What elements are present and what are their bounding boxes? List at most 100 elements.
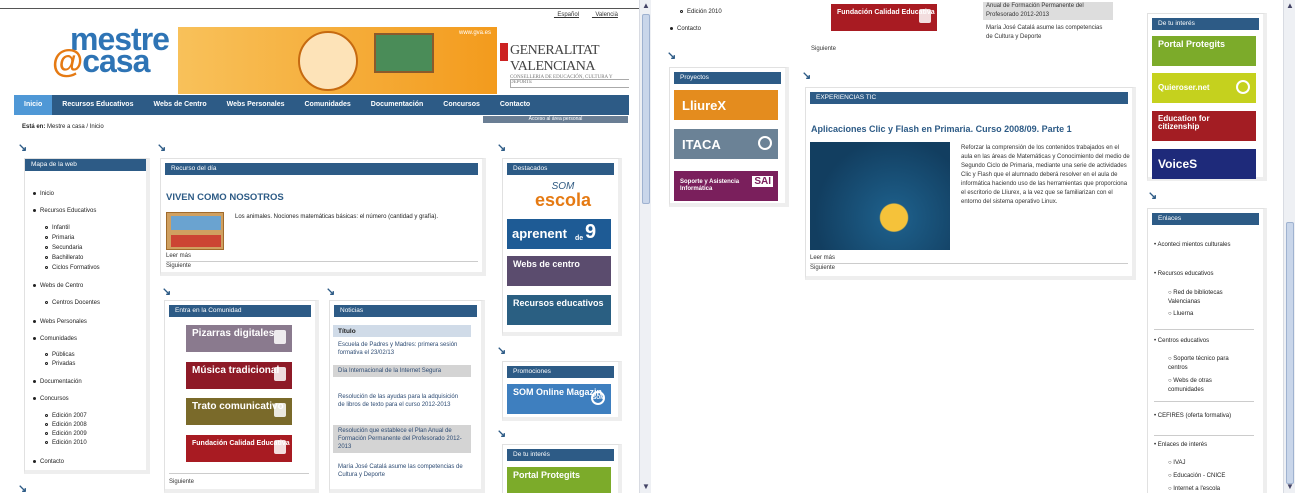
- experience-more-link[interactable]: Leer más: [810, 255, 835, 261]
- link-subitem[interactable]: ○ Internet a l'escola: [1168, 485, 1220, 493]
- scroll-up-icon[interactable]: ▲: [1284, 0, 1295, 12]
- protegits-tile[interactable]: Portal Protegits: [507, 467, 611, 493]
- link-subitem[interactable]: ○ IVAJ: [1168, 459, 1186, 468]
- nav-documentacion[interactable]: Documentación: [361, 95, 434, 115]
- link-subitem[interactable]: ○ Lluerna: [1168, 310, 1193, 319]
- sitemap-subitem[interactable]: Ciclos Formativos: [45, 265, 100, 271]
- link-subitem[interactable]: ○ Webs de otras comunidades: [1168, 377, 1248, 395]
- nav-concursos[interactable]: Concursos: [433, 95, 490, 115]
- sitemap-subitem[interactable]: Primaria: [45, 235, 74, 241]
- sitemap-item[interactable]: Contacto: [33, 459, 64, 465]
- scroll-thumb[interactable]: [1286, 222, 1294, 484]
- experience-image[interactable]: [810, 142, 950, 250]
- somescola-logo[interactable]: SOM escola: [515, 181, 611, 215]
- sitemap-subitem[interactable]: Secundaria: [45, 245, 82, 251]
- link-subitem[interactable]: ○ Red de bibliotecas Valencianas: [1168, 289, 1248, 307]
- sitemap-item[interactable]: Webs Personales: [33, 319, 87, 325]
- interest-panel: De tu interés Portal Protegits Quieroser…: [1147, 13, 1267, 181]
- sitemap-subitem[interactable]: Públicas: [45, 352, 75, 358]
- interest-panel-left: De tu interés Portal Protegits: [502, 444, 622, 493]
- sitemap-subitem[interactable]: Infantil: [45, 225, 70, 231]
- protegits-tile[interactable]: Portal Protegits: [1152, 36, 1256, 66]
- nav-webs-centro[interactable]: Webs de Centro: [143, 95, 216, 115]
- nav-comunidades[interactable]: Comunidades: [294, 95, 360, 115]
- lliurex-tile[interactable]: LliureX: [674, 90, 778, 120]
- nav-recursos[interactable]: Recursos Educativos: [52, 95, 143, 115]
- tile-musica[interactable]: Música tradicional: [186, 362, 292, 389]
- link-item[interactable]: • Aconteci mientos culturales: [1154, 241, 1254, 250]
- tile-fundacion[interactable]: Fundación Calidad Educativa: [831, 4, 937, 31]
- sitemap-item[interactable]: Webs de Centro: [33, 283, 83, 289]
- breadcrumb-path[interactable]: Mestre a casa / Inicio: [47, 124, 104, 130]
- sitemap-subitem[interactable]: Centros Docentes: [45, 300, 100, 306]
- sitemap-item[interactable]: Concursos: [33, 396, 69, 402]
- scroll-down-icon[interactable]: ▼: [640, 481, 652, 493]
- voices-tile[interactable]: VoiceS: [1152, 149, 1256, 179]
- section-arrow-icon: ↘: [497, 345, 507, 357]
- lang-va-link[interactable]: _Valencià: [592, 12, 618, 18]
- news-item[interactable]: María José Catalá asume las competencias…: [333, 461, 471, 481]
- news-item[interactable]: Resolución que establece el Plan Anual d…: [333, 425, 471, 453]
- sitemap-subitem[interactable]: Privadas: [45, 361, 75, 367]
- section-arrow-icon: ↘: [802, 70, 812, 82]
- news-item[interactable]: Escuela de Padres y Madres: primera sesi…: [333, 339, 471, 359]
- mestreacasa-logo[interactable]: mestre @casa: [52, 23, 170, 77]
- quieroser-tile[interactable]: Quieroser.net: [1152, 73, 1256, 103]
- experience-next-link[interactable]: Siguiente: [810, 265, 835, 271]
- itaca-tile[interactable]: ITACA: [674, 129, 778, 159]
- experience-description: Reforzar la comprensión de los contenido…: [961, 145, 1130, 205]
- resource-next-link[interactable]: Siguiente: [166, 263, 191, 269]
- sitemap-subitem[interactable]: Edición 2008: [45, 422, 87, 428]
- sitemap-item[interactable]: Inicio: [33, 191, 54, 197]
- breadcrumb-label: Está en:: [22, 124, 46, 130]
- nav-contacto[interactable]: Contacto: [490, 95, 540, 115]
- webs-centro-tile[interactable]: Webs de centro: [507, 256, 611, 286]
- resource-headline[interactable]: VIVEN COMO NOSOTROS: [166, 192, 284, 203]
- community-next-link[interactable]: Siguiente: [811, 46, 836, 52]
- sitemap-item[interactable]: Documentación: [33, 379, 82, 385]
- nav-webs-personales[interactable]: Webs Personales: [217, 95, 295, 115]
- resource-more-link[interactable]: Leer más: [166, 253, 191, 259]
- sitemap-item[interactable]: Contacto: [670, 26, 701, 32]
- tile-fundacion[interactable]: Fundación Calidad Educativa: [186, 435, 292, 462]
- news-item[interactable]: Resolución de las ayudas para la adquisi…: [333, 391, 471, 411]
- sitemap-item[interactable]: Recursos Educativos: [33, 208, 96, 214]
- aprenent-tile[interactable]: aprenent de 9: [507, 219, 611, 249]
- link-item[interactable]: • Recursos educativos: [1154, 270, 1213, 279]
- area-personal-link[interactable]: Acceso al área personal: [483, 116, 628, 123]
- news-item[interactable]: Anual de Formación Permanente del Profes…: [983, 2, 1113, 20]
- sitemap-subitem[interactable]: Edición 2010: [45, 440, 87, 446]
- link-item[interactable]: • Centros educativos: [1154, 337, 1209, 346]
- sitemap-subitem[interactable]: Edición 2007: [45, 413, 87, 419]
- scroll-down-icon[interactable]: ▼: [1284, 481, 1295, 493]
- tile-pizarras[interactable]: Pizarras digitales: [186, 325, 292, 352]
- banner-child-illustration: [298, 31, 358, 91]
- link-subitem[interactable]: ○ Soporte técnico para centros: [1168, 355, 1248, 373]
- lang-es-link[interactable]: _Español: [554, 12, 579, 18]
- resource-title: Recurso del día: [165, 163, 478, 175]
- news-item[interactable]: Día Internacional de la Internet Segura: [333, 365, 471, 377]
- experience-headline[interactable]: Aplicaciones Clic y Flash en Primaria. C…: [811, 124, 1072, 134]
- sitemap-subitem[interactable]: Bachillerato: [45, 255, 83, 261]
- search-input[interactable]: Q: [510, 79, 629, 88]
- scroll-thumb[interactable]: [642, 14, 650, 204]
- nav-inicio[interactable]: Inicio: [14, 95, 53, 115]
- recursos-tile[interactable]: Recursos educativos: [507, 295, 611, 325]
- sitemap-subitem[interactable]: Edición 2010: [680, 9, 722, 15]
- sitemap-subitem[interactable]: Edición 2009: [45, 431, 87, 437]
- scroll-up-icon[interactable]: ▲: [640, 0, 652, 12]
- gva-emblem: [500, 43, 508, 61]
- news-item[interactable]: María José Catalá asume las competencias…: [983, 24, 1113, 42]
- link-item[interactable]: • CEFIRES (oferta formativa): [1154, 412, 1254, 421]
- som-magazin-tile[interactable]: SOM Online Magazin SOM: [507, 384, 611, 414]
- resource-thumbnail[interactable]: [166, 212, 224, 250]
- sai-tile[interactable]: Soporte y Asistencia Informática SAI: [674, 171, 778, 201]
- link-item[interactable]: • Enlaces de interés: [1154, 441, 1207, 450]
- community-next-link[interactable]: Siguiente: [169, 479, 194, 485]
- link-subitem[interactable]: ○ Educación - CNICE: [1168, 472, 1225, 481]
- citizenship-tile[interactable]: Education for citizenship: [1152, 111, 1256, 141]
- right-vertical-scrollbar[interactable]: ▲ ▼: [1283, 0, 1295, 493]
- left-vertical-scrollbar[interactable]: ▲ ▼: [639, 0, 651, 493]
- tile-trato[interactable]: Trato comunicativo: [186, 398, 292, 425]
- sitemap-item[interactable]: Comunidades: [33, 336, 77, 342]
